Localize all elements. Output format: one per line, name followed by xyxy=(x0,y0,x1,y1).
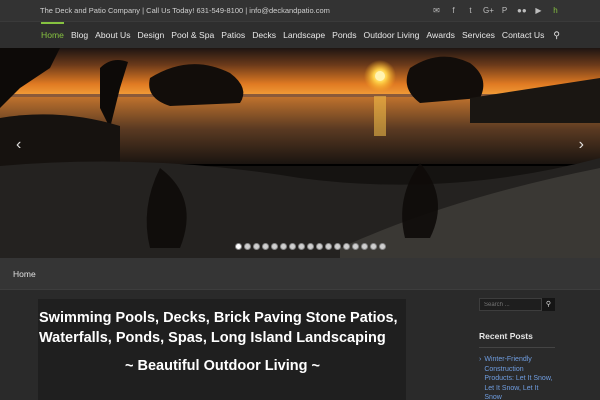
houzz-icon[interactable]: h xyxy=(551,6,560,15)
slider-dot[interactable] xyxy=(306,243,314,250)
contact-tagline: The Deck and Patio Company | Call Us Tod… xyxy=(40,6,330,15)
content-area: Swimming Pools, Decks, Brick Paving Ston… xyxy=(0,290,600,400)
slider-dot[interactable] xyxy=(234,243,242,250)
page-subhead: ~ Beautiful Outdoor Living ~ xyxy=(125,358,320,374)
slider-dot[interactable] xyxy=(378,243,386,250)
breadcrumb-home[interactable]: Home xyxy=(13,269,36,279)
nav-awards[interactable]: Awards xyxy=(426,22,455,48)
hero-slider: ‹ › xyxy=(0,48,600,258)
recent-post-link[interactable]: › Winter-Friendly Construction Products:… xyxy=(479,355,555,400)
main-nav: Home Blog About Us Design Pool & Spa Pat… xyxy=(0,22,600,48)
nav-services[interactable]: Services xyxy=(462,22,495,48)
sunset-pool-image xyxy=(0,48,600,258)
slider-pagination xyxy=(0,243,600,250)
recent-post-title[interactable]: Winter-Friendly Construction Products: L… xyxy=(484,355,555,400)
google-plus-icon[interactable]: G+ xyxy=(483,6,494,15)
sidebar-search: ⚲ xyxy=(479,298,555,311)
search-button[interactable]: ⚲ xyxy=(542,298,555,311)
slider-dot[interactable] xyxy=(324,243,332,250)
main-content: Swimming Pools, Decks, Brick Paving Ston… xyxy=(38,299,406,400)
slider-dot[interactable] xyxy=(369,243,377,250)
chevron-right-icon[interactable]: › xyxy=(579,136,584,154)
search-icon[interactable]: ⚲ xyxy=(553,30,560,41)
slider-dot[interactable] xyxy=(360,243,368,250)
social-icons: ✉ f t G+ P ●● ▶ h xyxy=(432,6,560,15)
page-headline: Swimming Pools, Decks, Brick Paving Ston… xyxy=(39,310,398,346)
top-bar: The Deck and Patio Company | Call Us Tod… xyxy=(0,0,600,22)
sidebar: ⚲ Recent Posts › Winter-Friendly Constru… xyxy=(479,298,555,400)
slider-dot[interactable] xyxy=(261,243,269,250)
chevron-right-icon: › xyxy=(479,356,482,363)
nav-outdoor-living[interactable]: Outdoor Living xyxy=(364,22,420,48)
nav-about-us[interactable]: About Us xyxy=(95,22,130,48)
twitter-icon[interactable]: t xyxy=(466,6,475,15)
nav-patios[interactable]: Patios xyxy=(221,22,245,48)
nav-blog[interactable]: Blog xyxy=(71,22,88,48)
nav-ponds[interactable]: Ponds xyxy=(332,22,356,48)
slider-dot[interactable] xyxy=(333,243,341,250)
facebook-icon[interactable]: f xyxy=(449,6,458,15)
chevron-left-icon[interactable]: ‹ xyxy=(16,136,21,154)
pinterest-icon[interactable]: P xyxy=(500,6,509,15)
slider-dot[interactable] xyxy=(279,243,287,250)
breadcrumb: Home xyxy=(0,258,600,290)
nav-contact-us[interactable]: Contact Us xyxy=(502,22,545,48)
email-icon[interactable]: ✉ xyxy=(432,6,441,15)
search-icon: ⚲ xyxy=(545,301,552,308)
nav-home[interactable]: Home xyxy=(41,22,64,48)
slider-dot[interactable] xyxy=(252,243,260,250)
flickr-icon[interactable]: ●● xyxy=(517,6,527,15)
nav-decks[interactable]: Decks xyxy=(252,22,276,48)
slider-dot[interactable] xyxy=(342,243,350,250)
slider-dot[interactable] xyxy=(315,243,323,250)
search-input[interactable] xyxy=(479,298,542,311)
slider-dot[interactable] xyxy=(288,243,296,250)
slider-dot[interactable] xyxy=(351,243,359,250)
youtube-icon[interactable]: ▶ xyxy=(534,6,543,15)
slider-dot[interactable] xyxy=(270,243,278,250)
nav-design[interactable]: Design xyxy=(138,22,165,48)
slider-dot[interactable] xyxy=(297,243,305,250)
slider-dot[interactable] xyxy=(243,243,251,250)
recent-posts-title: Recent Posts xyxy=(479,331,555,348)
nav-landscape[interactable]: Landscape xyxy=(283,22,325,48)
nav-pool-spa[interactable]: Pool & Spa xyxy=(171,22,214,48)
